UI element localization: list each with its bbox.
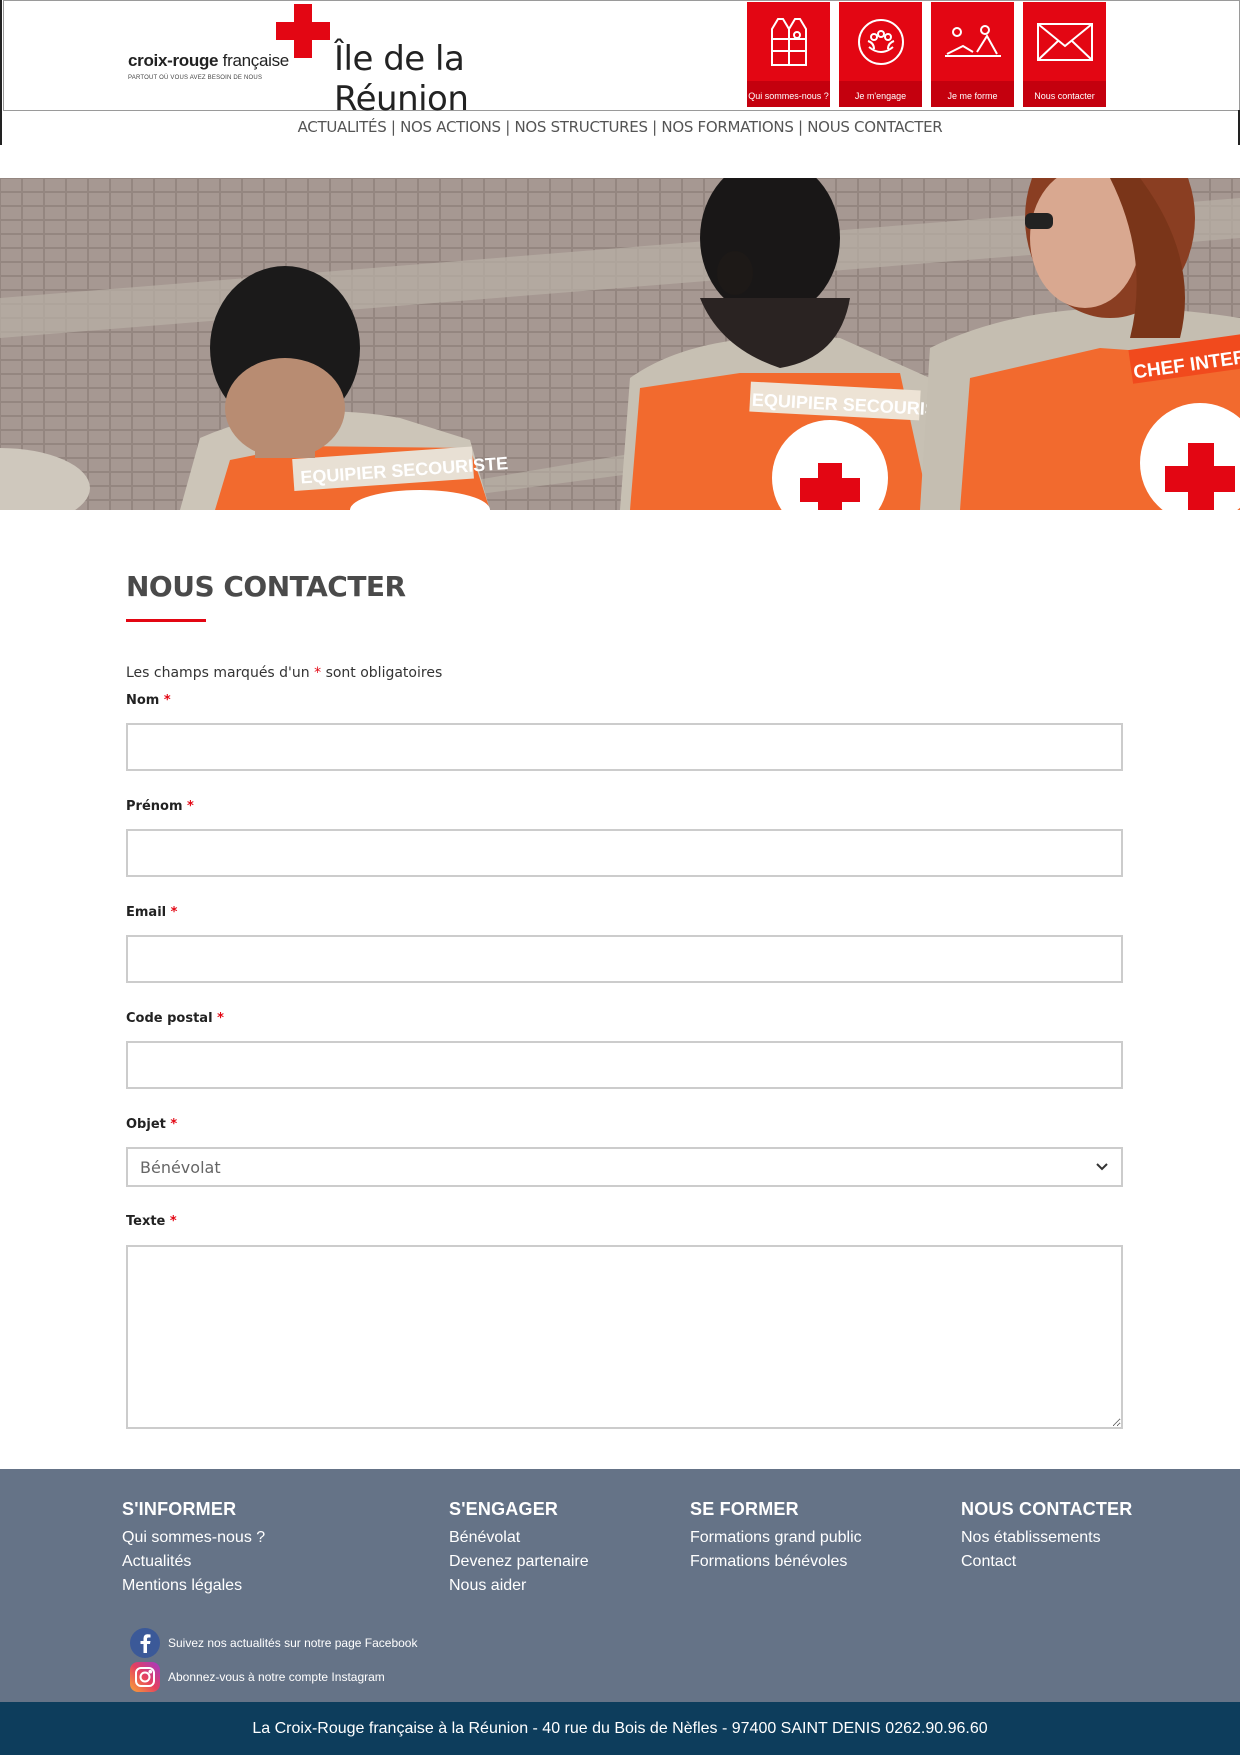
envelope-icon xyxy=(1036,23,1093,61)
nom-label: Nom * xyxy=(126,693,171,708)
main-navigation: ACTUALITÉS | NOS ACTIONS | NOS STRUCTURE… xyxy=(297,118,943,136)
volunteers-photo: EQUIPIER SECOURISTE EQUIPIER SECOURISTE … xyxy=(0,178,1240,510)
site-footer: S'INFORMER Qui sommes-nous ? Actualités … xyxy=(0,1469,1240,1702)
footer-heading: S'ENGAGER xyxy=(449,1499,559,1519)
people-hands-icon xyxy=(857,19,904,65)
footer-link-benevolat[interactable]: Bénévolat xyxy=(449,1526,589,1550)
required-marker: * xyxy=(314,665,322,681)
footer-link-nos-etablissements[interactable]: Nos établissements xyxy=(961,1526,1132,1550)
texte-field[interactable] xyxy=(126,1245,1123,1429)
code-postal-label: Code postal * xyxy=(126,1011,224,1026)
footer-link-devenez-partenaire[interactable]: Devenez partenaire xyxy=(449,1550,589,1574)
hero-banner-photo: EQUIPIER SECOURISTE EQUIPIER SECOURISTE … xyxy=(0,178,1240,510)
instagram-link[interactable]: Abonnez-vous à notre compte Instagram xyxy=(130,1662,385,1692)
footer-col-contact: NOUS CONTACTER Nos établissements Contac… xyxy=(961,1499,1132,1574)
quick-link-je-me-forme[interactable]: Je me forme xyxy=(931,2,1014,107)
title-underline xyxy=(126,619,206,622)
texte-label: Texte * xyxy=(126,1214,177,1229)
required-fields-note: Les champs marqués d'un * sont obligatoi… xyxy=(126,665,443,681)
region-name: Île de la Réunion xyxy=(334,39,469,119)
chevron-down-icon xyxy=(1096,1163,1108,1171)
site-logo[interactable]: croix-rouge française PARTOUT OÙ VOUS AV… xyxy=(128,2,568,119)
prenom-label: Prénom * xyxy=(126,799,194,814)
page-title: NOUS CONTACTER xyxy=(126,570,406,603)
footer-heading: NOUS CONTACTER xyxy=(961,1499,1133,1519)
footer-address-bar: La Croix-Rouge française à la Réunion - … xyxy=(0,1702,1240,1755)
footer-link-contact[interactable]: Contact xyxy=(961,1550,1132,1574)
brand-tagline: PARTOUT OÙ VOUS AVEZ BESOIN DE NOUS xyxy=(128,75,263,81)
email-label: Email * xyxy=(126,905,178,920)
quick-link-nous-contacter[interactable]: Nous contacter xyxy=(1023,2,1106,107)
footer-heading: SE FORMER xyxy=(690,1499,799,1519)
footer-link-qui-sommes-nous[interactable]: Qui sommes-nous ? xyxy=(122,1526,265,1550)
prenom-field[interactable] xyxy=(126,829,1123,877)
nav-nos-actions[interactable]: NOS ACTIONS xyxy=(400,118,501,136)
objet-selected-value: Bénévolat xyxy=(140,1157,221,1177)
brand-name: croix-rouge française xyxy=(128,51,289,70)
footer-link-mentions-legales[interactable]: Mentions légales xyxy=(122,1574,265,1598)
site-header: croix-rouge française PARTOUT OÙ VOUS AV… xyxy=(3,0,1240,119)
footer-link-formations-grand-public[interactable]: Formations grand public xyxy=(690,1526,862,1550)
nav-nos-structures[interactable]: NOS STRUCTURES xyxy=(514,118,648,136)
footer-link-formations-benevoles[interactable]: Formations bénévoles xyxy=(690,1550,862,1574)
footer-col-former: SE FORMER Formations grand public Format… xyxy=(690,1499,862,1574)
footer-col-engager: S'ENGAGER Bénévolat Devenez partenaire N… xyxy=(449,1499,589,1598)
footer-address: La Croix-Rouge française à la Réunion - … xyxy=(252,1720,988,1737)
footer-col-informer: S'INFORMER Qui sommes-nous ? Actualités … xyxy=(122,1499,265,1598)
code-postal-field[interactable] xyxy=(126,1041,1123,1089)
nav-nous-contacter[interactable]: NOUS CONTACTER xyxy=(807,118,942,136)
nom-field[interactable] xyxy=(126,723,1123,771)
nav-actualites[interactable]: ACTUALITÉS xyxy=(298,118,387,136)
nav-nos-formations[interactable]: NOS FORMATIONS xyxy=(661,118,793,136)
quick-link-qui-sommes-nous[interactable]: Qui sommes-nous ? xyxy=(747,2,830,107)
red-cross-icon xyxy=(276,4,330,58)
objet-select[interactable]: Bénévolat xyxy=(126,1147,1123,1187)
quick-link-je-m-engage[interactable]: Je m'engage xyxy=(839,2,922,107)
footer-link-nous-aider[interactable]: Nous aider xyxy=(449,1574,589,1598)
instagram-icon xyxy=(130,1662,160,1692)
vest-icon xyxy=(770,18,807,66)
email-field[interactable] xyxy=(126,935,1123,983)
footer-link-actualites[interactable]: Actualités xyxy=(122,1550,265,1574)
objet-label: Objet * xyxy=(126,1117,178,1132)
facebook-link[interactable]: Suivez nos actualités sur notre page Fac… xyxy=(130,1628,417,1658)
footer-heading: S'INFORMER xyxy=(122,1499,237,1519)
facebook-icon xyxy=(130,1628,160,1658)
first-aid-training-icon xyxy=(944,25,1001,57)
